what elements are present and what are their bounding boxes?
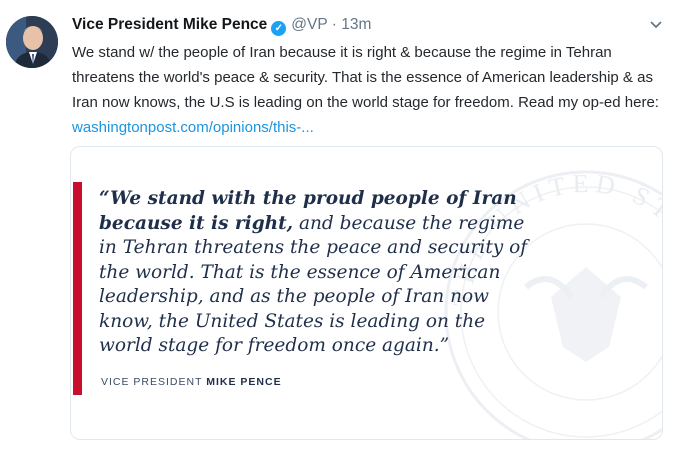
chevron-down-icon[interactable] bbox=[648, 16, 664, 32]
attribution-name: MIKE PENCE bbox=[206, 376, 282, 388]
tweet[interactable]: Vice President Mike Pence ✓ @VP · 13m We s… bbox=[0, 0, 690, 449]
quote-accent-bar bbox=[73, 182, 82, 395]
avatar-image bbox=[6, 16, 58, 68]
tweet-body: We stand w/ the people of Iran because i… bbox=[72, 44, 659, 111]
author-handle[interactable]: @VP bbox=[291, 16, 327, 33]
tweet-text: We stand w/ the people of Iran because i… bbox=[72, 40, 676, 140]
tweet-header: Vice President Mike Pence ✓ @VP · 13m bbox=[72, 14, 672, 38]
author-name[interactable]: Vice President Mike Pence bbox=[72, 16, 267, 33]
avatar[interactable] bbox=[6, 16, 58, 68]
separator: · bbox=[331, 16, 337, 33]
timestamp[interactable]: 13m bbox=[341, 16, 371, 33]
article-link[interactable]: washingtonpost.com/opinions/this-... bbox=[72, 119, 314, 136]
card-quote: “We stand with the proud people of Iran … bbox=[99, 187, 539, 359]
link-card[interactable]: THE UNITED STATES “We stand with the pro… bbox=[70, 146, 663, 440]
quote-attribution: VICE PRESIDENT MIKE PENCE bbox=[101, 376, 282, 388]
attribution-title: VICE PRESIDENT bbox=[101, 376, 203, 388]
quote-text: and because the regime in Tehran threate… bbox=[99, 212, 528, 357]
verified-badge-icon: ✓ bbox=[271, 21, 287, 36]
